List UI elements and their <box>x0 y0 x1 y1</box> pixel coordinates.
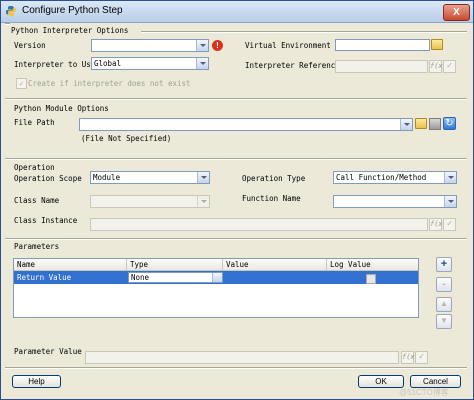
interpreter-to-use-label: Interpreter to Use <box>14 60 96 69</box>
interpreter-to-use-combo[interactable]: Global <box>91 57 209 70</box>
file-path-combo[interactable] <box>79 118 413 131</box>
file-status-text: (File Not Specified) <box>81 134 172 143</box>
interpreter-to-use-value: Global <box>94 59 122 68</box>
checkmark-icon[interactable]: ✓ <box>443 60 456 73</box>
operation-section-title: Operation <box>14 163 55 172</box>
chevron-down-icon[interactable] <box>197 196 209 207</box>
log-value-checkbox[interactable] <box>366 274 376 284</box>
param-type-value: None <box>131 273 150 282</box>
chevron-down-icon[interactable] <box>400 119 412 130</box>
interpreter-reference-input[interactable] <box>335 60 428 73</box>
ok-button[interactable]: OK <box>358 375 404 388</box>
interpreter-section-title: Python Interpreter Options <box>11 26 129 35</box>
folder-icon[interactable] <box>431 39 443 50</box>
expression-icon[interactable]: f(x) <box>429 218 447 231</box>
checkmark-icon[interactable]: ✓ <box>415 351 428 364</box>
expression-icon[interactable]: f(x) <box>401 351 419 364</box>
operation-scope-value: Module <box>93 173 121 182</box>
help-button[interactable]: Help <box>12 375 61 388</box>
class-name-label: Class Name <box>14 196 60 205</box>
column-header-log-value[interactable]: Log Value <box>327 259 418 270</box>
add-parameter-button[interactable]: + <box>436 257 452 272</box>
param-name-cell: Return Value <box>17 273 72 282</box>
watermark-text: @51CTO博客 <box>399 388 449 397</box>
parameters-table[interactable]: Name Type Value Log Value Return Value N… <box>13 258 419 318</box>
remove-parameter-button[interactable]: - <box>436 277 452 292</box>
window-title: Configure Python Step <box>22 5 123 16</box>
operation-type-label: Operation Type <box>242 174 306 183</box>
column-header-value[interactable]: Value <box>223 259 327 270</box>
param-type-combo[interactable]: None <box>128 272 223 283</box>
checkmark-icon[interactable]: ✓ <box>443 218 456 231</box>
column-header-name[interactable]: Name <box>14 259 127 270</box>
dialog-window: Configure Python Step X Python Interpret… <box>0 0 474 400</box>
parameters-section-title: Parameters <box>14 242 60 251</box>
folder-icon[interactable] <box>415 118 427 129</box>
move-up-button[interactable]: ▲ <box>436 297 452 312</box>
table-header: Name Type Value Log Value <box>14 259 418 271</box>
expression-icon[interactable]: f(x) <box>429 60 447 73</box>
chevron-down-icon[interactable] <box>444 172 456 183</box>
create-interpreter-label: Create if interpreter does not exist <box>28 79 191 88</box>
class-instance-label: Class Instance <box>14 216 78 225</box>
table-row[interactable]: Return Value None <box>14 271 418 284</box>
divider <box>5 23 10 25</box>
virtual-environment-label: Virtual Environment <box>245 41 331 50</box>
file-path-label: File Path <box>14 118 55 127</box>
refresh-icon[interactable]: ↻ <box>443 117 456 130</box>
divider <box>141 31 467 33</box>
class-instance-input[interactable] <box>90 218 428 231</box>
version-combo[interactable] <box>91 39 209 52</box>
chevron-down-icon[interactable] <box>197 172 209 183</box>
chevron-down-icon[interactable] <box>212 273 222 282</box>
divider <box>5 98 467 100</box>
divider <box>5 158 467 160</box>
operation-scope-label: Operation Scope <box>14 174 82 183</box>
operation-type-value: Call Function/Method <box>336 173 427 182</box>
python-icon <box>6 6 16 16</box>
module-section-title: Python Module Options <box>14 104 109 113</box>
chevron-down-icon[interactable] <box>196 40 208 51</box>
chevron-down-icon[interactable] <box>444 196 456 207</box>
parameter-value-input[interactable] <box>85 351 399 364</box>
title-bar: Configure Python Step X <box>1 1 473 23</box>
parameter-value-label: Parameter Value <box>14 347 82 356</box>
move-down-button[interactable]: ▼ <box>436 314 452 329</box>
version-label: Version <box>14 41 46 50</box>
chevron-down-icon[interactable] <box>196 58 208 69</box>
warning-icon: ! <box>212 40 223 51</box>
function-name-combo[interactable] <box>333 195 457 208</box>
interpreter-reference-label: Interpreter Reference <box>245 61 340 70</box>
virtual-environment-input[interactable] <box>335 39 430 51</box>
column-header-type[interactable]: Type <box>127 259 223 270</box>
operation-type-combo[interactable]: Call Function/Method <box>333 171 457 184</box>
class-name-combo[interactable] <box>90 195 210 208</box>
divider <box>5 238 467 240</box>
edit-file-icon[interactable] <box>429 118 441 130</box>
divider <box>5 367 467 369</box>
operation-scope-combo[interactable]: Module <box>90 171 210 184</box>
param-value-cell[interactable] <box>223 271 327 284</box>
create-interpreter-checkbox[interactable]: ✓ <box>16 78 27 89</box>
function-name-label: Function Name <box>242 194 301 203</box>
close-button[interactable]: X <box>443 4 470 21</box>
